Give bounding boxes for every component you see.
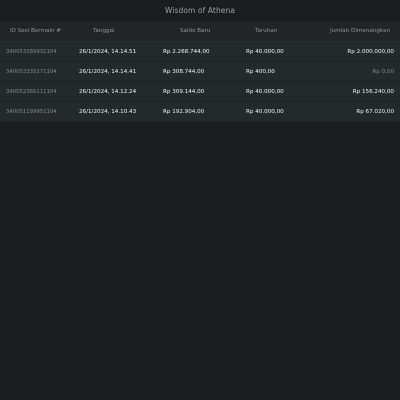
session-bet: Rp 40.000,00 (246, 88, 284, 95)
session-date: 26/1/2024, 14.12.24 (79, 88, 137, 95)
table-row[interactable]: 340051199951104 26/1/2024, 14.10.43 Rp 1… (0, 102, 400, 122)
history-table: ID Sesi Bermain # Tanggal Saldo Baru Tar… (0, 21, 400, 122)
session-bet: Rp 400,00 (246, 68, 275, 75)
session-win: Rp 156.240,00 (352, 88, 394, 95)
table-row[interactable]: 340052366111104 26/1/2024, 14.12.24 Rp 3… (0, 82, 400, 102)
session-win: Rp 2.000.000,00 (347, 48, 394, 55)
session-balance: Rp 309.144,00 (163, 88, 205, 95)
session-win: Rp 0,00 (372, 68, 394, 75)
session-balance: Rp 2.268.744,00 (163, 48, 210, 55)
session-balance: Rp 308.744,00 (163, 68, 205, 75)
table-header: ID Sesi Bermain # Tanggal Saldo Baru Tar… (0, 21, 400, 42)
window-title: Wisdom of Athena (164, 6, 236, 15)
table-row[interactable]: 340053389931104 26/1/2024, 14.14.51 Rp 2… (0, 42, 400, 62)
header-win: Jumlah Dimenangkan (330, 28, 390, 34)
session-balance: Rp 192.904,00 (163, 108, 205, 115)
header-balance: Saldo Baru (180, 28, 211, 34)
session-win: Rp 67.020,00 (356, 108, 394, 115)
session-bet: Rp 40.000,00 (246, 108, 284, 115)
game-history-screen: Wisdom of Athena ID Sesi Bermain # Tangg… (0, 0, 400, 400)
table-row[interactable]: 340053335271104 26/1/2024, 14.14.41 Rp 3… (0, 62, 400, 82)
session-id: 340053389931104 (6, 48, 57, 55)
session-date: 26/1/2024, 14.14.41 (79, 68, 137, 75)
header-id: ID Sesi Bermain # (10, 28, 61, 34)
session-id: 340053335271104 (6, 68, 57, 75)
header-bet: Taruhan (255, 28, 278, 34)
session-date: 26/1/2024, 14.10.43 (79, 108, 137, 115)
session-bet: Rp 40.000,00 (246, 48, 284, 55)
session-id: 340052366111104 (6, 88, 57, 95)
header-date: Tanggal (93, 28, 115, 34)
session-date: 26/1/2024, 14.14.51 (79, 48, 137, 55)
session-id: 340051199951104 (6, 108, 57, 115)
